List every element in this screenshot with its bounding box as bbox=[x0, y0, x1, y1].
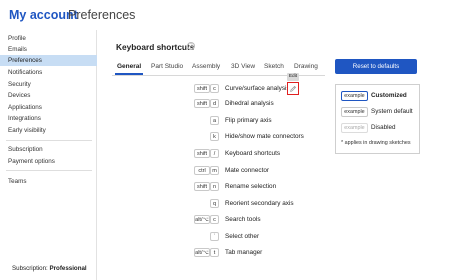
shortcut-key: n bbox=[210, 182, 219, 191]
shortcut-key: ` bbox=[210, 232, 219, 241]
shortcut-action: Dihedral analysis bbox=[225, 100, 274, 107]
legend-panel: example Customized example System defaul… bbox=[335, 84, 420, 154]
page-header: My account Preferences bbox=[0, 0, 474, 30]
legend-key-disabled: example bbox=[341, 123, 368, 133]
shortcut-key: c bbox=[210, 215, 219, 224]
reset-to-defaults-button[interactable]: Reset to defaults bbox=[335, 59, 417, 74]
tab-assembly[interactable]: Assembly bbox=[192, 63, 220, 70]
legend-label: Customized bbox=[371, 92, 407, 99]
tab-sketch[interactable]: Sketch bbox=[264, 63, 284, 70]
sidebar-item-subscription[interactable]: Subscription bbox=[0, 144, 97, 155]
shortcut-action: Tab manager bbox=[225, 249, 263, 256]
shortcut-action: Keyboard shortcuts bbox=[225, 150, 281, 157]
shortcut-key: m bbox=[210, 166, 219, 175]
modifier-key: alt/⌥ bbox=[194, 215, 210, 224]
tab-drawing[interactable]: Drawing bbox=[294, 63, 318, 70]
sidebar-item-payment-options[interactable]: Payment options bbox=[0, 156, 97, 167]
modifier-key: shift bbox=[194, 182, 210, 191]
sidebar-item-devices[interactable]: Devices bbox=[0, 90, 97, 101]
shortcut-key: t bbox=[210, 248, 219, 257]
edit-tooltip: Edit bbox=[287, 73, 299, 81]
sidebar-divider bbox=[6, 170, 92, 171]
question-icon[interactable]: ? bbox=[187, 42, 195, 50]
subscription-prefix: Subscription: bbox=[12, 265, 48, 272]
shortcut-action: Mate connector bbox=[225, 167, 270, 174]
shortcut-action: Flip primary axis bbox=[225, 117, 272, 124]
shortcut-action: Reorient secondary axis bbox=[225, 200, 294, 207]
shortcut-action: Search tools bbox=[225, 216, 261, 223]
shortcut-key: a bbox=[210, 116, 219, 125]
shortcut-action: Rename selection bbox=[225, 183, 277, 190]
shortcut-action: Hide/show mate connectors bbox=[225, 133, 304, 140]
sidebar-item-emails[interactable]: Emails bbox=[0, 44, 97, 55]
sidebar-item-applications[interactable]: Applications bbox=[0, 102, 97, 113]
shortcut-key: k bbox=[210, 132, 219, 141]
section-title: Keyboard shortcuts bbox=[116, 42, 195, 52]
sidebar-item-security[interactable]: Security bbox=[0, 79, 97, 90]
shortcut-key: q bbox=[210, 199, 219, 208]
shortcut-key: d bbox=[210, 99, 219, 108]
subscription-plan: Professional bbox=[49, 265, 87, 272]
sidebar-item-integrations[interactable]: Integrations bbox=[0, 113, 97, 124]
edit-shortcut-button[interactable] bbox=[287, 82, 299, 95]
modifier-key: ctrl bbox=[194, 166, 210, 175]
tab-part-studio[interactable]: Part Studio bbox=[151, 63, 183, 70]
modifier-key: shift bbox=[194, 149, 210, 158]
legend-note: * applies in drawing sketches bbox=[341, 140, 411, 146]
tab-3d-view[interactable]: 3D View bbox=[231, 63, 255, 70]
modifier-key: alt/⌥ bbox=[194, 248, 210, 257]
pencil-icon bbox=[290, 85, 297, 92]
modifier-key: shift bbox=[194, 99, 210, 108]
legend-key-default: example bbox=[341, 107, 368, 117]
sidebar-item-teams[interactable]: Teams bbox=[0, 176, 97, 187]
sidebar-item-early-visibility[interactable]: Early visibility bbox=[0, 125, 97, 136]
sidebar-item-preferences[interactable]: Preferences bbox=[0, 55, 97, 66]
shortcut-action: Select other bbox=[225, 233, 260, 240]
sidebar-item-notifications[interactable]: Notifications bbox=[0, 67, 97, 78]
shortcut-key: / bbox=[210, 149, 219, 158]
legend-label: System default bbox=[371, 108, 413, 115]
active-tab-indicator bbox=[115, 73, 143, 75]
tab-general[interactable]: General bbox=[117, 63, 141, 70]
legend-key-customized: example bbox=[341, 91, 368, 101]
sidebar-divider bbox=[6, 140, 92, 141]
legend-label: Disabled bbox=[371, 124, 396, 131]
sidebar-item-profile[interactable]: Profile bbox=[0, 33, 97, 44]
page-subtitle: Preferences bbox=[68, 8, 136, 22]
shortcut-key: c bbox=[210, 84, 219, 93]
modifier-key: shift bbox=[194, 84, 210, 93]
shortcut-action: Curve/surface analysis bbox=[225, 85, 290, 92]
subscription-status: Subscription: Professional bbox=[12, 265, 87, 272]
sidebar: Profile Emails Preferences Notifications… bbox=[0, 30, 97, 280]
